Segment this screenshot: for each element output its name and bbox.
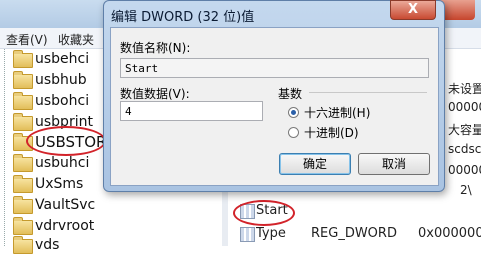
value-name-label: 数值名称(N): (120, 41, 191, 55)
tree-item-label: UxSms (35, 176, 84, 192)
hex-radio-label: 十六进制(H) (304, 106, 371, 120)
folder-icon (13, 236, 33, 254)
close-icon: X (407, 2, 419, 17)
tree-item-label: VaultSvc (35, 197, 96, 213)
value-data-field[interactable]: 4 (120, 101, 263, 121)
menu-favorites[interactable]: 收藏夹 (58, 31, 94, 48)
folder-icon (13, 196, 33, 214)
value-data-fragment: 大容量 (448, 123, 481, 137)
hex-radio[interactable] (288, 107, 299, 118)
dword-value-icon (240, 227, 255, 242)
tree-item-label: usbuhci (35, 155, 90, 171)
folder-icon (13, 154, 33, 172)
value-data: 0x000000 (418, 226, 481, 241)
value-type: REG_DWORD (311, 226, 397, 241)
folder-icon (13, 50, 33, 68)
folder-icon (13, 71, 33, 89)
dialog-body: 数值名称(N): Start 数值数据(V): 4 基数 十六进制(H) 十进制… (110, 27, 439, 186)
base-group-divider (309, 92, 427, 93)
base-group-label: 基数 (278, 87, 303, 101)
value-data-fragment: 2\ (460, 183, 472, 197)
dialog-close-button[interactable]: X (390, 0, 436, 20)
tree-item-label: usbhub (35, 72, 87, 88)
ok-button[interactable]: 确定 (279, 153, 351, 175)
menu-view[interactable]: 查看(V) (6, 31, 48, 48)
usbstor-highlight-ring (26, 126, 106, 156)
folder-icon (13, 217, 33, 235)
value-name-field[interactable]: Start (120, 58, 429, 78)
folder-icon (13, 175, 33, 193)
tree-item-label: vds (35, 237, 60, 253)
cancel-button[interactable]: 取消 (358, 153, 430, 175)
tree-item-label: usbehci (35, 51, 90, 67)
start-highlight-ring (233, 200, 295, 226)
value-data-fragment: scdsc.i (448, 142, 481, 156)
value-data-fragment: 000000 (448, 100, 481, 114)
value-data-fragment: 000000 (448, 163, 481, 177)
value-data-fragment: 未设置 (448, 82, 481, 96)
folder-icon (13, 113, 33, 131)
value-data-label: 数值数据(V): (120, 87, 190, 101)
tree-item-label: usbohci (35, 93, 90, 109)
dec-radio-label: 十进制(D) (304, 126, 359, 140)
folder-icon (13, 92, 33, 110)
dec-radio[interactable] (288, 127, 299, 138)
tree-connector (4, 49, 5, 246)
value-name: Type (256, 226, 286, 241)
dialog-title: 编辑 DWORD (32 位)值 (111, 10, 255, 25)
edit-dword-dialog: 编辑 DWORD (32 位)值 X 数值名称(N): Start 数值数据(V… (103, 0, 445, 192)
tree-item-label: vdrvroot (35, 218, 95, 234)
